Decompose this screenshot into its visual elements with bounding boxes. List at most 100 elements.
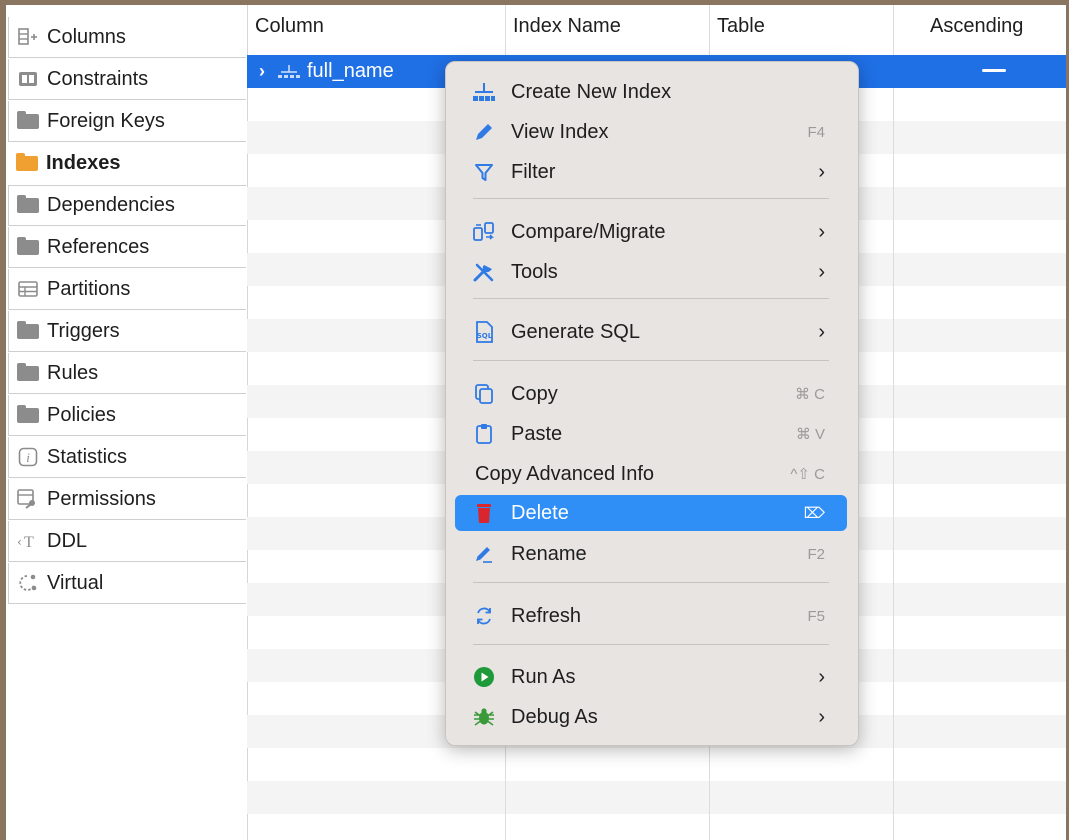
constraints-icon: [17, 70, 39, 88]
submenu-arrow-icon: ›: [818, 320, 825, 343]
menu-item-label: Paste: [511, 422, 563, 445]
sidebar-item-label: References: [47, 235, 150, 258]
svg-text:T: T: [24, 534, 34, 550]
run-icon: [471, 665, 497, 689]
sidebar-item-rules[interactable]: Rules: [8, 353, 246, 394]
cell-ascending: [982, 69, 1006, 72]
index-icon: [277, 64, 301, 80]
shortcut-label: F5: [807, 607, 825, 625]
menu-separator: [473, 360, 829, 361]
menu-separator: [473, 298, 829, 299]
column-header-ascending[interactable]: Ascending: [930, 5, 1023, 47]
sidebar-item-partitions[interactable]: Partitions: [8, 269, 246, 310]
expand-chevron-icon[interactable]: ›: [259, 61, 265, 82]
menu-item-label: Filter: [511, 160, 556, 183]
sidebar-item-label: Rules: [47, 361, 99, 384]
folder-icon: [17, 404, 39, 424]
sidebar-item-ddl[interactable]: ‹ T DDL: [8, 521, 246, 562]
menu-item-rename[interactable]: Rename F2: [455, 536, 847, 572]
menu-item-create-new-index[interactable]: Create New Index: [455, 74, 847, 110]
copy-icon: [471, 382, 497, 406]
sidebar-item-policies[interactable]: Policies: [8, 395, 246, 436]
menu-item-copy-advanced-info[interactable]: Copy Advanced Info ^⇧ C: [455, 456, 847, 492]
pencil-icon: [471, 120, 497, 144]
menu-item-label: Refresh: [511, 604, 582, 627]
menu-item-label: Debug As: [511, 705, 598, 728]
sidebar-item-foreign-keys[interactable]: Foreign Keys: [8, 101, 246, 142]
row-stripe: [247, 781, 1066, 814]
submenu-arrow-icon: ›: [818, 260, 825, 283]
menu-item-view-index[interactable]: View Index F4: [455, 114, 847, 150]
menu-item-label: Run As: [511, 665, 576, 688]
bug-icon: [471, 705, 497, 729]
table-row-content[interactable]: › full_name: [259, 55, 394, 88]
menu-item-label: Copy Advanced Info: [475, 462, 655, 485]
column-divider: [893, 5, 894, 840]
sidebar-item-dependencies[interactable]: Dependencies: [8, 185, 246, 226]
menu-separator: [473, 644, 829, 645]
sidebar-item-label: Permissions: [47, 487, 156, 510]
sidebar-item-constraints[interactable]: Constraints: [8, 59, 246, 100]
menu-item-refresh[interactable]: Refresh F5: [455, 598, 847, 634]
menu-separator: [473, 198, 829, 199]
sidebar-item-triggers[interactable]: Triggers: [8, 311, 246, 352]
refresh-icon: [471, 604, 497, 628]
menu-item-label: Compare/Migrate: [511, 220, 666, 243]
submenu-arrow-icon: ›: [818, 160, 825, 183]
sidebar-item-label: Constraints: [47, 67, 149, 90]
sidebar-item-label: DDL: [47, 529, 88, 552]
menu-item-debug-as[interactable]: Debug As ›: [455, 699, 847, 735]
sql-file-icon: SQL: [471, 320, 497, 344]
menu-item-delete[interactable]: Delete ⌦: [455, 495, 847, 531]
menu-item-compare-migrate[interactable]: Compare/Migrate ›: [455, 214, 847, 250]
sidebar-item-indexes[interactable]: Indexes: [8, 143, 246, 184]
shortcut-label: ^⇧ C: [790, 466, 825, 483]
menu-item-run-as[interactable]: Run As ›: [455, 659, 847, 695]
clipboard-icon: [471, 422, 497, 446]
sidebar-item-columns[interactable]: Columns: [8, 17, 246, 58]
svg-text:i: i: [26, 450, 30, 465]
menu-item-filter[interactable]: Filter ›: [455, 154, 847, 190]
folder-icon: [17, 195, 39, 215]
menu-item-tools[interactable]: Tools ›: [455, 254, 847, 290]
folder-icon: [17, 236, 39, 256]
rename-pencil-icon: [471, 542, 497, 566]
column-header-table[interactable]: Table: [717, 5, 765, 47]
partitions-icon: [17, 280, 39, 298]
sidebar-item-statistics[interactable]: i Statistics: [8, 437, 246, 478]
folder-icon: [17, 320, 39, 340]
columns-icon: [17, 28, 39, 46]
menu-item-label: Delete: [511, 501, 569, 524]
column-header-index-name[interactable]: Index Name: [513, 5, 621, 47]
menu-item-label: Rename: [511, 542, 587, 565]
sidebar-item-label: Triggers: [47, 319, 120, 342]
menu-item-paste[interactable]: Paste ⌘ V: [455, 416, 847, 452]
sidebar-item-references[interactable]: References: [8, 227, 246, 268]
folder-icon: [16, 153, 38, 173]
sidebar: Columns Constraints Foreign Keys Indexes…: [6, 5, 248, 840]
submenu-arrow-icon: ›: [818, 665, 825, 688]
shortcut-label: F2: [807, 545, 825, 563]
menu-item-generate-sql[interactable]: SQL Generate SQL ›: [455, 314, 847, 350]
svg-text:SQL: SQL: [477, 332, 493, 340]
compare-icon: [471, 220, 497, 244]
menu-item-label: Copy: [511, 382, 558, 405]
sidebar-item-virtual[interactable]: Virtual: [8, 563, 246, 604]
virtual-icon: [17, 574, 39, 592]
context-menu: Create New Index View Index F4 Filter › …: [445, 61, 859, 746]
ddl-icon: ‹ T: [17, 532, 39, 550]
shortcut-label: ⌦: [803, 505, 825, 522]
column-header-column[interactable]: Column: [255, 5, 324, 47]
sidebar-item-label: Dependencies: [47, 194, 175, 216]
trash-icon: [471, 501, 497, 525]
menu-item-label: View Index: [511, 120, 609, 143]
menu-separator: [473, 582, 829, 583]
sidebar-item-permissions[interactable]: Permissions: [8, 479, 246, 520]
svg-text:‹: ‹: [17, 535, 22, 549]
menu-item-copy[interactable]: Copy ⌘ C: [455, 376, 847, 412]
menu-item-label: Create New Index: [511, 80, 672, 103]
permissions-icon: [17, 489, 39, 509]
sidebar-item-label: Indexes: [46, 152, 121, 174]
info-icon: i: [17, 447, 39, 467]
cell-column: full_name: [307, 60, 394, 82]
